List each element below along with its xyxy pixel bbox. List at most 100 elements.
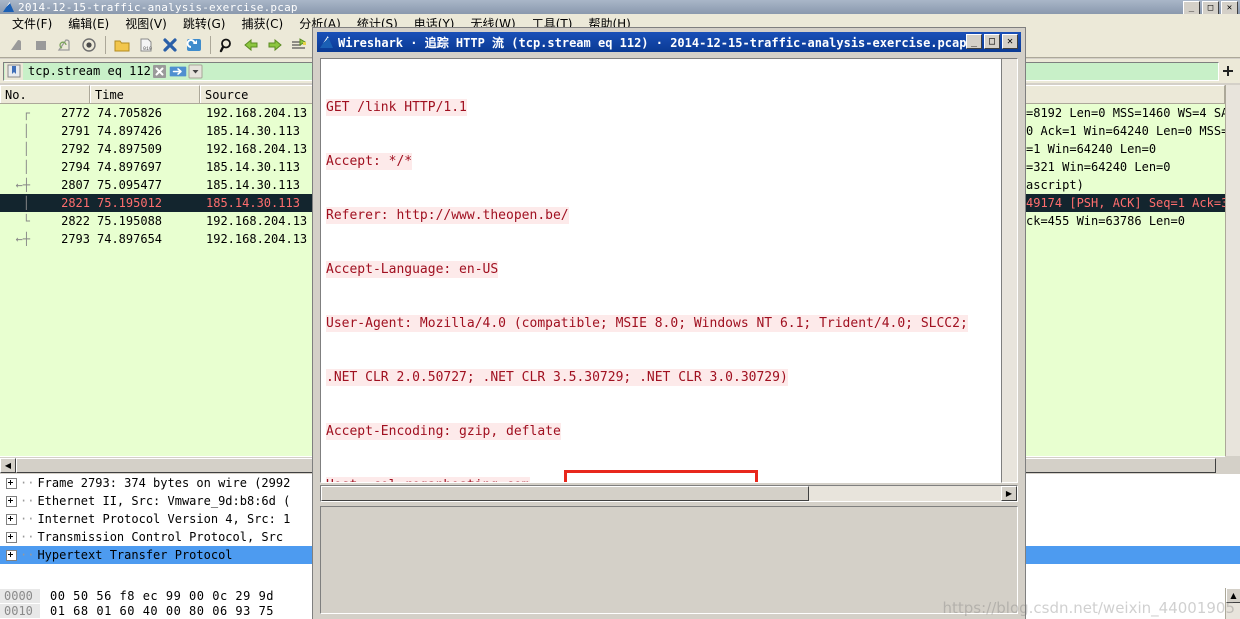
row-no: 2807 [61, 178, 90, 192]
stream-maximize-button[interactable]: □ [984, 34, 1000, 49]
tree-dots: ·· [20, 530, 35, 544]
stream-line-text: Accept-Encoding: gzip, deflate [326, 423, 561, 440]
row-time: 75.195012 [97, 196, 163, 210]
save-file-icon[interactable]: 010 [134, 34, 158, 56]
detail-row-label: Transmission Control Protocol, Src [37, 530, 284, 544]
tree-dots: ·· [20, 548, 35, 562]
wireshark-logo-icon [3, 2, 14, 12]
stream-line: Referer: http://www.theopen.be/ [326, 207, 1002, 225]
main-minimize-button[interactable]: _ [1183, 1, 1200, 15]
scroll-left-icon[interactable]: ◀ [0, 457, 16, 473]
stream-line: Accept-Language: en-US [326, 261, 1002, 279]
stream-line-text: User-Agent: Mozilla/4.0 (compatible; MSI… [326, 315, 968, 332]
detail-row-label: Hypertext Transfer Protocol [37, 548, 233, 562]
main-window-controls[interactable]: _ □ ✕ [1183, 1, 1238, 15]
row-source: 185.14.30.113 [206, 178, 300, 192]
column-header-time[interactable]: Time [90, 85, 200, 103]
stream-minimize-button[interactable]: _ [966, 34, 982, 49]
bookmark-icon[interactable] [5, 62, 23, 80]
menu-file[interactable]: 文件(F) [4, 14, 60, 33]
stream-dialog-footer [320, 506, 1018, 614]
column-header-no[interactable]: No. [0, 85, 90, 103]
stream-line-text: .NET CLR 2.0.50727; .NET CLR 3.5.30729; … [326, 369, 788, 386]
row-time: 74.897426 [97, 124, 163, 138]
capture-options-icon[interactable] [77, 34, 101, 56]
expand-icon[interactable] [6, 477, 17, 489]
row-time: 74.705826 [97, 106, 163, 120]
open-file-icon[interactable] [110, 34, 134, 56]
expand-icon[interactable] [6, 531, 17, 543]
reload-file-icon[interactable] [182, 34, 206, 56]
packet-list-vertical-scrollbar[interactable] [1225, 85, 1240, 456]
stream-horizontal-scrollbar[interactable]: ▶ [320, 485, 1018, 502]
menu-view[interactable]: 视图(V) [117, 14, 175, 33]
stream-line-text: Host: col.reganhosting.com [326, 477, 530, 482]
stream-text-block: GET /link HTTP/1.1 Accept: */* Referer: … [321, 63, 1002, 482]
expand-icon[interactable] [6, 495, 17, 507]
display-filter-value[interactable]: tcp.stream eq 112 [24, 64, 151, 78]
follow-http-stream-dialog: Wireshark · 追踪 HTTP 流 (tcp.stream eq 112… [313, 28, 1025, 619]
scroll-up-icon[interactable]: ▲ [1226, 588, 1240, 603]
go-forward-icon[interactable] [263, 34, 287, 56]
row-no: 2822 [61, 214, 90, 228]
row-time: 74.897654 [97, 232, 163, 246]
row-info: =8192 Len=0 MSS=1460 WS=4 SA [1026, 106, 1229, 120]
scroll-right-icon[interactable]: ▶ [1001, 486, 1017, 501]
row-tree-marker: └ [22, 214, 30, 228]
row-tree-marker: │ [22, 196, 30, 210]
row-info: 0 Ack=1 Win=64240 Len=0 MSS= [1026, 124, 1229, 138]
detail-row-label: Ethernet II, Src: Vmware_9d:b8:6d ( [37, 494, 291, 508]
clear-filter-icon[interactable] [151, 63, 169, 80]
menu-capture[interactable]: 捕获(C) [233, 14, 291, 33]
row-source: 192.168.204.13 [206, 106, 308, 120]
hex-bytes: 00 50 56 f8 ec 99 00 0c 29 9d [50, 588, 275, 603]
expand-icon[interactable] [6, 549, 17, 561]
find-packet-icon[interactable] [215, 34, 239, 56]
row-no: 2794 [61, 160, 90, 174]
svg-text:010: 010 [143, 46, 152, 52]
toolbar-separator-2 [210, 35, 211, 54]
restart-capture-icon[interactable] [53, 34, 77, 56]
row-time: 74.897697 [97, 160, 163, 174]
main-close-button[interactable]: ✕ [1221, 1, 1238, 15]
main-title-bar: 2014-12-15-traffic-analysis-exercise.pca… [0, 0, 1240, 15]
stream-dialog-title-bar: Wireshark · 追踪 HTTP 流 (tcp.stream eq 112… [317, 32, 1021, 52]
apply-filter-icon[interactable] [169, 63, 187, 80]
row-source: 185.14.30.113 [206, 160, 300, 174]
stop-capture-icon[interactable] [29, 34, 53, 56]
row-no: 2791 [61, 124, 90, 138]
stream-line-text: Accept: */* [326, 153, 413, 170]
row-tree-marker: │ [22, 160, 30, 174]
menu-edit[interactable]: 编辑(E) [60, 14, 117, 33]
menu-go[interactable]: 跳转(G) [175, 14, 234, 33]
stream-line: Accept: */* [326, 153, 1002, 171]
stream-close-button[interactable]: ✕ [1002, 34, 1018, 49]
expand-filter-icon[interactable] [1219, 63, 1237, 80]
detail-row-label: Internet Protocol Version 4, Src: 1 [37, 512, 291, 526]
main-maximize-button[interactable]: □ [1202, 1, 1219, 15]
row-source: 192.168.204.13 [206, 142, 308, 156]
scrollbar-thumb[interactable] [321, 486, 809, 501]
go-to-packet-icon[interactable] [287, 34, 311, 56]
row-time: 74.897509 [97, 142, 163, 156]
row-source: 192.168.204.13 [206, 214, 308, 228]
stream-line: Host: col.reganhosting.com [326, 477, 1002, 482]
stream-content-area[interactable]: GET /link HTTP/1.1 Accept: */* Referer: … [320, 58, 1018, 483]
filter-buttons [151, 63, 207, 80]
close-file-icon[interactable] [158, 34, 182, 56]
main-window-title: 2014-12-15-traffic-analysis-exercise.pca… [18, 0, 298, 14]
row-info: =1 Win=64240 Len=0 [1026, 142, 1157, 156]
go-back-icon[interactable] [239, 34, 263, 56]
filter-dropdown-icon[interactable] [187, 63, 205, 80]
start-capture-icon[interactable] [5, 34, 29, 56]
stream-line-text: Referer: http://www.theopen.be/ [326, 207, 569, 224]
toolbar-separator-1 [105, 35, 106, 54]
tree-dots: ·· [20, 476, 35, 490]
packet-bytes-vertical-scrollbar[interactable]: ▲ [1225, 588, 1240, 619]
stream-line: User-Agent: Mozilla/4.0 (compatible; MSI… [326, 315, 1002, 333]
detail-row-label: Frame 2793: 374 bytes on wire (2992 [37, 476, 291, 490]
stream-vertical-scrollbar[interactable] [1001, 58, 1018, 483]
expand-icon[interactable] [6, 513, 17, 525]
stream-window-controls[interactable]: _ □ ✕ [966, 34, 1018, 49]
row-no: 2793 [61, 232, 90, 246]
